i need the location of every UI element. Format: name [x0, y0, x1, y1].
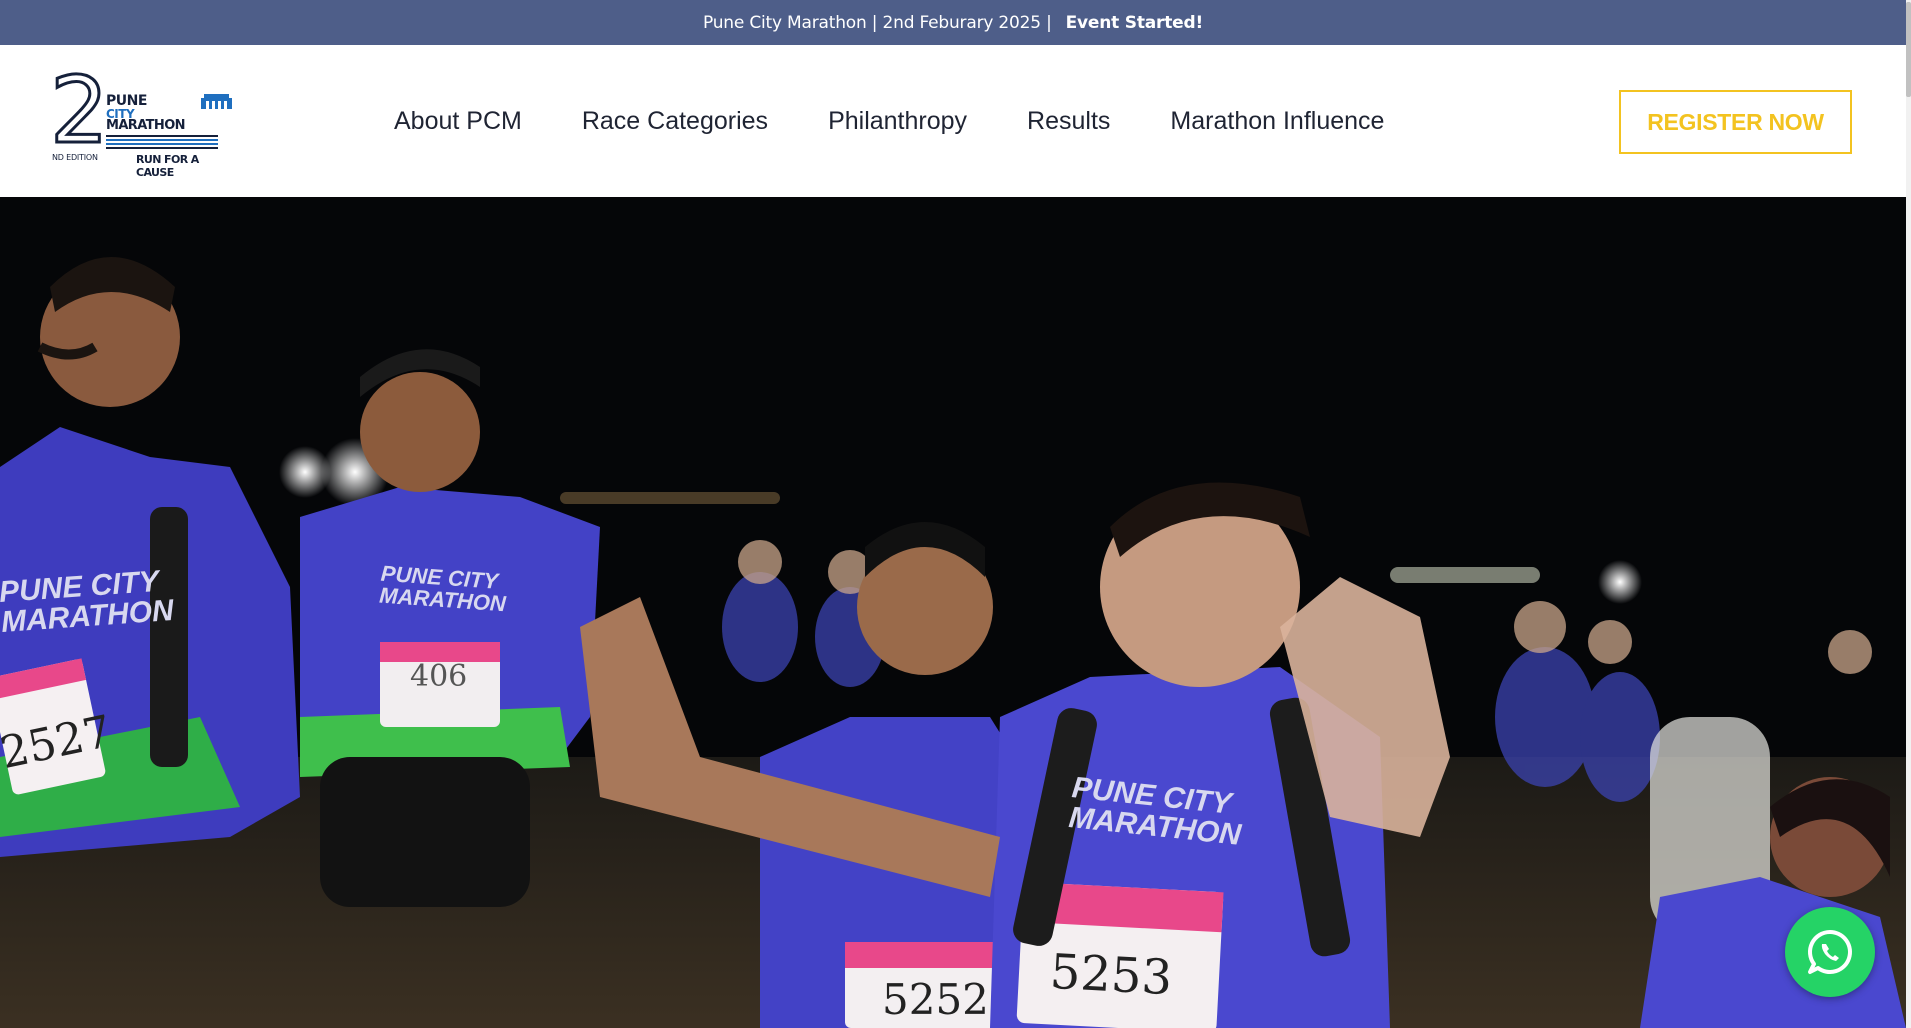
- nav-item-about[interactable]: About PCM: [394, 107, 522, 136]
- nav-item-philanthropy[interactable]: Philanthropy: [828, 107, 967, 136]
- bib-number: 406: [410, 659, 468, 694]
- logo-temple-icon: [201, 94, 232, 109]
- nav-item-results[interactable]: Results: [1027, 107, 1110, 136]
- nav-item-race-categories[interactable]: Race Categories: [582, 107, 768, 136]
- shirt-print-second: PUNE CITY MARATHON: [379, 561, 508, 617]
- page-scrollbar[interactable]: [1906, 0, 1911, 1028]
- logo-edition-label: ND EDITION: [52, 153, 98, 162]
- nav-item-marathon-influence[interactable]: Marathon Influence: [1170, 107, 1384, 136]
- logo-stripes: [106, 135, 218, 151]
- scrollbar-thumb[interactable]: [1906, 2, 1911, 97]
- main-nav: About PCM Race Categories Philanthropy R…: [394, 45, 1444, 197]
- logo-edition-number: 2: [49, 57, 111, 164]
- site-logo[interactable]: 2 PUNE CITY MARATHON ND EDITION RUN FOR …: [49, 63, 232, 179]
- register-now-button[interactable]: REGISTER NOW: [1619, 90, 1852, 154]
- whatsapp-button[interactable]: [1785, 907, 1875, 997]
- shirt-print-left: PUNE CITY MARATHON: [0, 565, 175, 639]
- logo-tagline: RUN FOR A CAUSE: [136, 153, 199, 179]
- bib-number: 5252: [882, 975, 989, 1024]
- hero-video: PUNE CITY MARATHON PUNE CITY MARATHON PU…: [0, 197, 1906, 1028]
- hero-runners-image: [0, 197, 1906, 1028]
- bib-number: 5253: [1048, 943, 1174, 1007]
- announcement-text: Pune City Marathon | 2nd Feburary 2025 |: [702, 12, 1052, 33]
- whatsapp-icon: [1808, 930, 1852, 974]
- announcement-bar: Pune City Marathon | 2nd Feburary 2025 |…: [0, 0, 1906, 45]
- site-header: 2 PUNE CITY MARATHON ND EDITION RUN FOR …: [0, 45, 1906, 197]
- logo-line-marathon: MARATHON: [106, 118, 186, 133]
- event-status: Event Started!: [1065, 12, 1204, 33]
